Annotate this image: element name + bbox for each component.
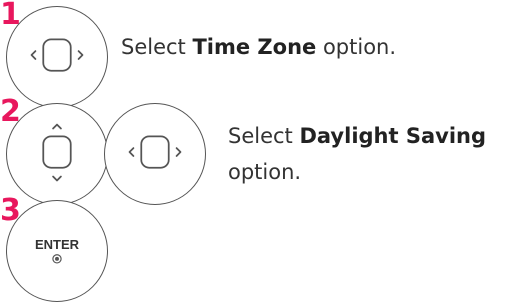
instruction-suffix: option. — [228, 160, 302, 184]
instruction-prefix: Select — [121, 35, 193, 59]
daylight-saving-label: Daylight Saving — [299, 124, 487, 148]
enter-button-icon: ENTER — [6, 200, 108, 302]
up-down-nav-icon — [6, 103, 108, 205]
time-zone-label: Time Zone — [192, 35, 317, 59]
left-right-nav-icon — [6, 6, 108, 108]
step-2-instruction-line-1: Select Daylight Saving — [228, 116, 486, 156]
instruction-prefix: Select — [228, 124, 300, 148]
left-right-nav-icon — [104, 103, 206, 205]
step-1-instruction: Select Time Zone option. — [121, 27, 396, 67]
step-2-instruction-line-2: option. — [228, 152, 301, 192]
instruction-suffix: option. — [316, 35, 397, 59]
